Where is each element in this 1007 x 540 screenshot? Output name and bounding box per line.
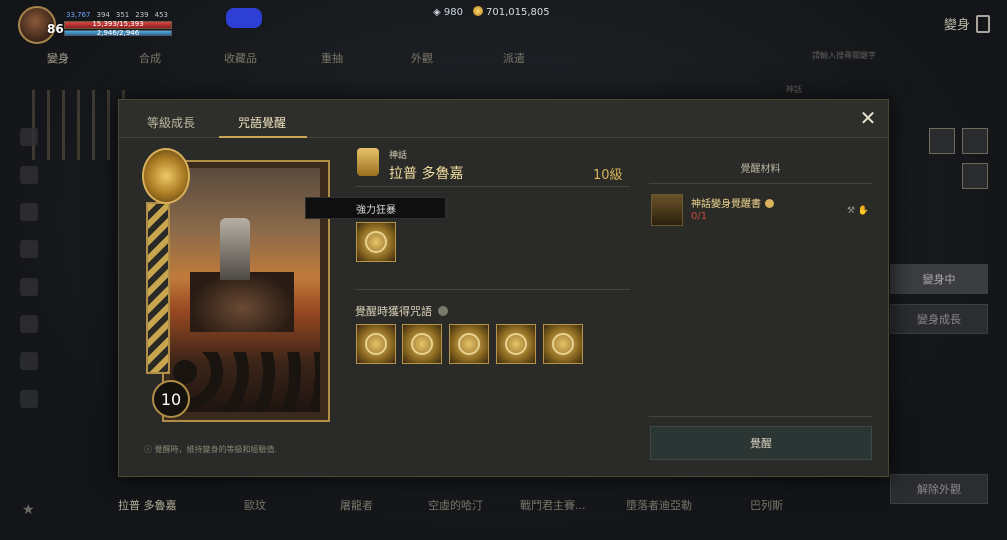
transform-name: 拉普 多魯嘉 [389,166,464,182]
stat-2: 394 [96,11,110,19]
stat-4: 239 [135,11,149,19]
bg-grade-label: 神話 [786,85,802,94]
awaken-spell-icon-3[interactable] [449,324,489,364]
currency-bar: ◈ 980 701,015,805 [433,6,550,18]
list-item[interactable]: 空虛的哈汀 [428,497,483,513]
side-filter-icon-5[interactable] [20,278,38,296]
right-slot-2[interactable] [962,128,988,154]
material-item[interactable]: 神話變身覺醒書 0/1 ⚒ ✋ [651,190,871,230]
awaken-spell-icon-2[interactable] [402,324,442,364]
tab-transform[interactable]: 變身 [47,50,69,66]
materials-panel: 神話變身覺醒書 0/1 ⚒ ✋ [649,184,872,416]
awaken-spell-icon-4[interactable] [496,324,536,364]
list-item[interactable]: 拉普 多魯嘉 [118,497,177,513]
close-icon[interactable]: ✕ [858,108,878,128]
tab-compose[interactable]: 合成 [139,50,161,66]
list-item[interactable]: 墮落者迪亞勒 [626,497,692,513]
right-slot-1[interactable] [929,128,955,154]
list-item[interactable]: 巴列斯 [750,497,783,513]
hp-text: 15,393/15,393 [92,20,144,28]
tab-reroll[interactable]: 重抽 [321,50,343,66]
side-filter-icon-7[interactable] [20,352,38,370]
material-source-icons[interactable]: ⚒ ✋ [847,206,869,216]
info-icon[interactable] [438,306,448,316]
transforming-button[interactable]: 變身中 [890,264,988,294]
transform-card: 10 [142,148,330,422]
tab-level-growth[interactable]: 等級成長 [147,114,195,131]
side-filter-icon-3[interactable] [20,203,38,221]
awaken-dialog: 等級成長 咒語覺醒 ✕ 10 神話 拉普 多魯嘉 10級 強力狂暴 覺醒時獲得咒… [118,99,889,477]
card-level-badge: 10 [152,380,190,418]
grade-banner [146,202,170,374]
side-filter-icon-6[interactable] [20,315,38,333]
materials-title: 覺醒材料 [649,160,872,184]
exit-door-icon[interactable] [976,14,991,33]
tab-spell-awaken[interactable]: 咒語覺醒 [238,114,286,131]
stat-combat-power: 33,767 [66,11,91,19]
tab-collection[interactable]: 收藏品 [224,50,257,66]
list-item[interactable]: 屠龍者 [340,497,373,513]
tab-dispatch[interactable]: 派遣 [503,50,525,66]
knight-figure [220,218,250,280]
dialog-header: 等級成長 咒語覺醒 ✕ [119,100,888,138]
divider [355,289,630,290]
material-badge-icon [765,199,774,208]
top-hud: 86 33,767 394 351 239 453 15,393/15,393 … [0,0,1007,44]
grade-label: 神話 [389,151,408,161]
chandelier-decoration [20,90,130,160]
awaken-button[interactable]: 覺醒 [650,426,872,460]
footnote: ⓘ 覺醒時，維持變身的等級和經驗值. [144,445,278,454]
screen: 86 33,767 394 351 239 453 15,393/15,393 … [0,0,1007,540]
soldiers-artwork [170,352,320,412]
transform-level: 10級 [593,168,623,183]
mythic-rank-icon [357,148,379,176]
dragon-artwork [190,272,294,332]
skill-tooltip: 強力狂暴 [305,197,446,219]
hp-bar: 15,393/15,393 [64,20,172,29]
gold-coin-icon [472,6,483,16]
search-input[interactable]: 請輸入搜尋關鍵字 [812,50,876,61]
awaken-spell-icon-5[interactable] [543,324,583,364]
diamond-icon: ◈ [433,6,441,18]
redacted-name [226,8,262,28]
awaken-spells-title: 覺醒時獲得咒語 [355,303,448,319]
awaken-book-icon [651,194,683,226]
gold-count: 701,015,805 [472,6,550,18]
stat-3: 351 [115,11,130,19]
material-count: 0/1 [691,211,708,222]
stat-5: 453 [154,11,168,19]
current-skill-icon[interactable] [356,222,396,262]
transform-growth-button[interactable]: 變身成長 [890,304,988,334]
divider [355,186,630,187]
mp-bar: 2,946/2,946 [64,29,172,37]
active-tab-indicator [219,136,307,138]
list-item[interactable]: 歐玟 [244,497,266,513]
info-circle-icon: ⓘ [144,445,152,454]
awaken-spell-icon-1[interactable] [356,324,396,364]
diamond-count: ◈ 980 [433,6,463,18]
tab-appearance[interactable]: 外觀 [411,50,433,66]
screen-title: 變身 [944,14,991,33]
side-filter-icon-2[interactable] [20,166,38,184]
transform-list: ★ 拉普 多魯嘉 歐玟 屠龍者 空虛的哈汀 戰鬥君主賽... 墮落者迪亞勒 巴列… [0,488,1007,540]
list-item[interactable]: 戰鬥君主賽... [520,497,586,513]
right-slot-3[interactable] [962,163,988,189]
stat-row: 33,767 394 351 239 453 [66,11,168,19]
side-filter-icon-1[interactable] [20,128,38,146]
favorite-star-icon[interactable]: ★ [22,502,35,518]
divider [649,416,872,417]
side-filter-icon-8[interactable] [20,390,38,408]
mythic-emblem-icon [142,148,190,204]
side-filter-icon-4[interactable] [20,240,38,258]
material-name: 神話變身覺醒書 [691,195,774,210]
character-level: 86 [47,22,64,36]
mp-text: 2,946/2,946 [96,29,140,37]
